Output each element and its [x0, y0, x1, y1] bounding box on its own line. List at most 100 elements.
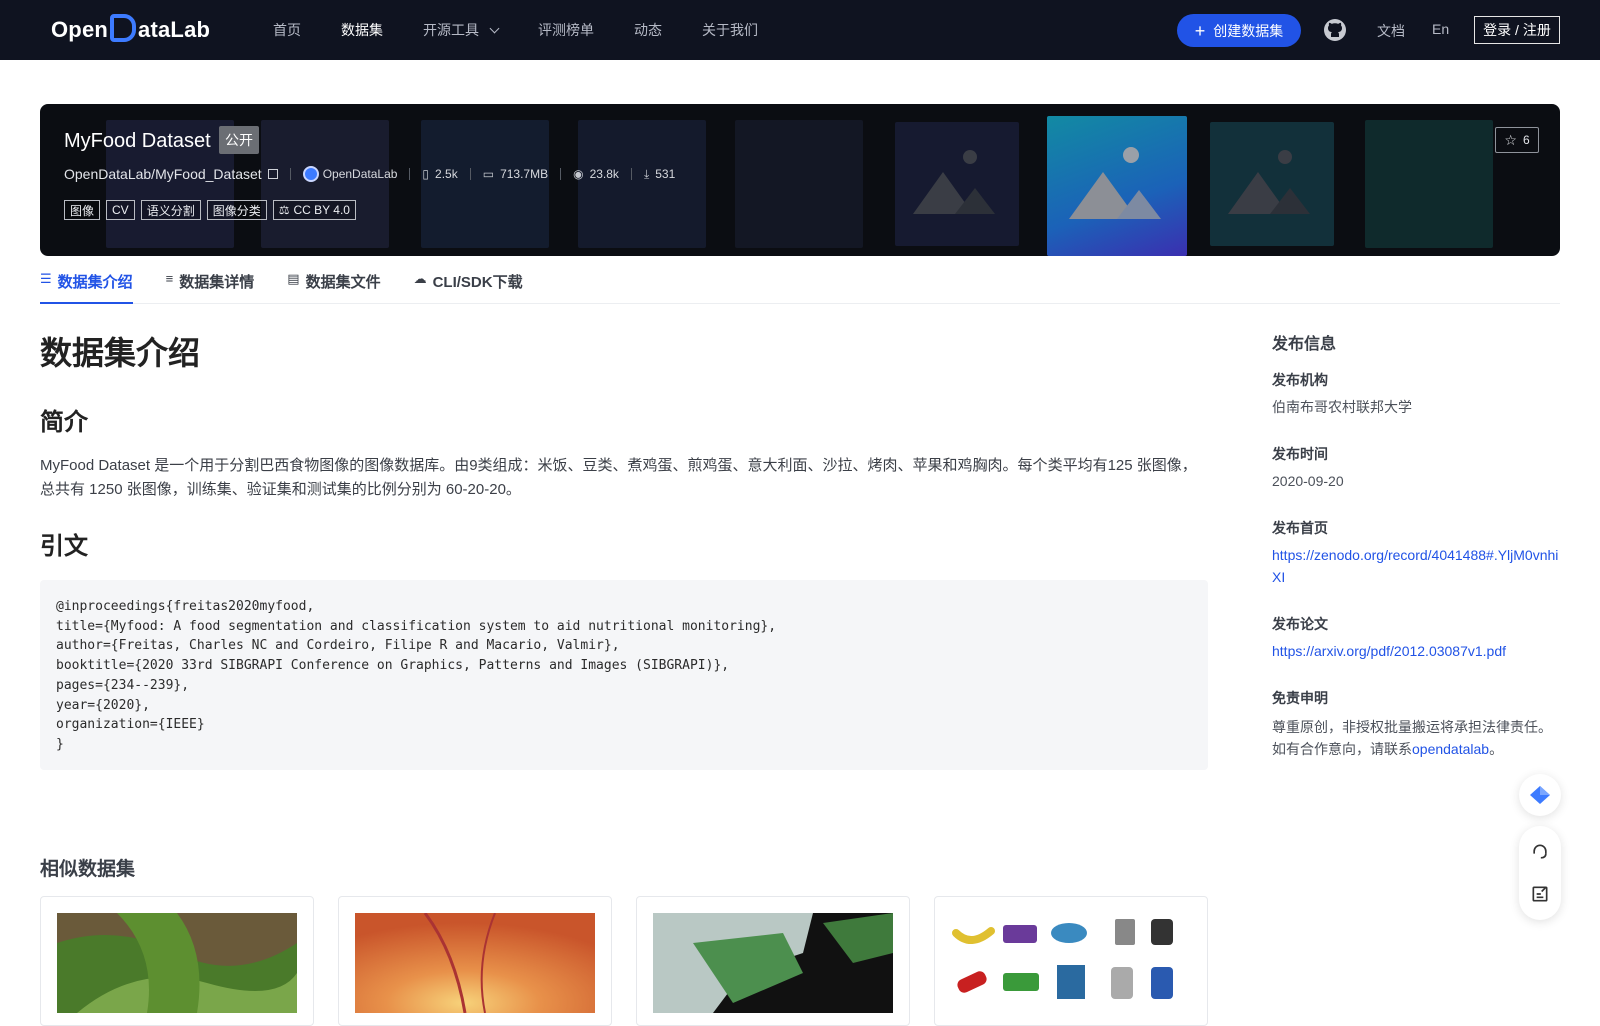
preview-tile — [1365, 120, 1493, 248]
chevron-down-icon — [489, 23, 500, 33]
code-line: author={Freitas, Charles NC and Cordeiro… — [56, 638, 620, 654]
download-count: 531 — [655, 167, 676, 181]
headset-icon — [1533, 844, 1547, 859]
github-icon[interactable] — [1323, 18, 1347, 42]
tab-cli-sdk[interactable]: ☁ CLI/SDK下载 — [414, 266, 523, 304]
cloud-icon: ☁ — [413, 271, 427, 286]
contact-suffix: 。 — [1489, 741, 1504, 757]
divider — [409, 168, 411, 180]
similar-dataset-card[interactable] — [40, 896, 314, 1026]
scale-icon: ⚖ — [278, 203, 290, 217]
tag[interactable]: 图像分类 — [206, 200, 267, 220]
tag[interactable]: 图像 — [64, 200, 101, 220]
dataset-path: OpenDataLab/MyFood_Dataset — [64, 166, 262, 182]
divider — [469, 168, 471, 180]
dataset-tabs: ☰ 数据集介绍 ≡ 数据集详情 ▤ 数据集文件 ☁ CLI/SDK下载 — [40, 266, 1560, 304]
list-icon: ≡ — [165, 271, 174, 286]
nav-news[interactable]: 动态 — [634, 20, 662, 40]
star-button[interactable]: ☆ 6 — [1495, 127, 1539, 153]
code-line: pages={234--239}, — [56, 677, 190, 693]
preview-tile — [735, 120, 863, 248]
code-line: booktitle={2020 33rd SIBGRAPI Conference… — [56, 658, 730, 674]
dataset-thumbnail — [653, 913, 893, 1013]
publisher-label: 发布机构 — [1272, 372, 1328, 388]
star-icon: ☆ — [1504, 131, 1517, 148]
top-nav: Open ataLab 首页 数据集 开源工具 评测榜单 动态 关于我们 + 创建… — [0, 0, 1600, 60]
nav-open-tools[interactable]: 开源工具 — [423, 20, 500, 40]
homepage-link[interactable]: https://zenodo.org/record/4041488#.YljM0… — [1272, 544, 1562, 588]
similar-dataset-card[interactable] — [934, 896, 1208, 1026]
file-count: 2.5k — [435, 167, 458, 181]
contact-prefix: 如有合作意向，请联系 — [1272, 741, 1412, 757]
org-avatar-icon — [302, 166, 319, 182]
tab-details-label: 数据集详情 — [179, 274, 255, 291]
license-tag[interactable]: ⚖ CC BY 4.0 — [272, 200, 356, 220]
similar-dataset-card[interactable] — [338, 896, 612, 1026]
similar-datasets-heading: 相似数据集 — [40, 859, 136, 880]
nav-datasets[interactable]: 数据集 — [341, 20, 383, 40]
disclaimer-text: 尊重原创，非授权批量搬运将承担法律责任。 — [1272, 719, 1552, 735]
login-register-button[interactable]: 登录 / 注册 — [1474, 16, 1560, 44]
similar-dataset-card[interactable] — [636, 896, 910, 1026]
citation-heading: 引文 — [40, 533, 88, 560]
tab-files[interactable]: ▤ 数据集文件 — [287, 266, 380, 304]
tab-files-label: 数据集文件 — [305, 274, 381, 291]
view-count: 23.8k — [589, 167, 619, 181]
database-icon: ☰ — [40, 271, 52, 286]
divider — [289, 168, 291, 180]
create-dataset-button[interactable]: + 创建数据集 — [1177, 14, 1301, 47]
nav-home[interactable]: 首页 — [273, 20, 301, 40]
eye-icon: ◉ — [573, 167, 584, 181]
opendatalab-logo[interactable]: Open ataLab — [51, 14, 210, 45]
divider — [630, 168, 632, 180]
support-button[interactable] — [1519, 831, 1561, 873]
code-line: } — [56, 736, 64, 752]
publisher-value: 伯南布哥农村联邦大学 — [1272, 399, 1412, 415]
publish-date-value: 2020-09-20 — [1272, 473, 1344, 489]
star-count: 6 — [1522, 133, 1530, 147]
release-info-panel: 发布信息 发布机构 伯南布哥农村联邦大学 发布时间 2020-09-20 发布首… — [1272, 330, 1562, 757]
preview-tile — [421, 120, 549, 248]
image-placeholder-icon — [1047, 116, 1187, 256]
visibility-badge: 公开 — [219, 126, 259, 154]
page-title: 数据集介绍 — [40, 335, 201, 371]
nav-about[interactable]: 关于我们 — [702, 20, 758, 40]
dataset-thumbnail — [355, 913, 595, 1013]
dataset-thumbnail — [951, 913, 1191, 1013]
preview-tile — [261, 120, 389, 248]
tab-intro-label: 数据集介绍 — [57, 274, 133, 291]
dataset-banner: MyFood Dataset 公开 OpenDataLab/MyFood_Dat… — [40, 104, 1560, 256]
tab-intro[interactable]: ☰ 数据集介绍 — [40, 266, 133, 304]
paper-label: 发布论文 — [1272, 616, 1328, 632]
language-switch[interactable]: En — [1432, 21, 1449, 37]
download-icon: ⤓ — [643, 166, 650, 181]
tag[interactable]: 语义分割 — [140, 200, 201, 220]
file-count-icon: ▯ — [422, 167, 430, 181]
nav-links: 首页 数据集 开源工具 评测榜单 动态 关于我们 — [273, 0, 798, 60]
copy-icon[interactable] — [267, 169, 278, 179]
dataset-size: 713.7MB — [500, 167, 549, 181]
preview-tile — [578, 120, 706, 248]
publish-date-label: 发布时间 — [1272, 446, 1328, 462]
code-line: organization={IEEE} — [56, 717, 205, 733]
storage-icon: ▭ — [482, 167, 495, 181]
docs-link[interactable]: 文档 — [1377, 21, 1405, 41]
tag[interactable]: CV — [106, 200, 135, 220]
intro-text: MyFood Dataset 是一个用于分割巴西食物图像的图像数据库。由9类组成… — [40, 457, 1197, 498]
tab-cli-sdk-label: CLI/SDK下载 — [432, 274, 523, 291]
tab-details[interactable]: ≡ 数据集详情 — [166, 266, 255, 304]
file-icon: ▤ — [287, 271, 300, 286]
disclaimer-label: 免责申明 — [1272, 690, 1328, 706]
paper-link[interactable]: https://arxiv.org/pdf/2012.03087v1.pdf — [1272, 640, 1562, 662]
feedback-button[interactable] — [1519, 873, 1561, 915]
code-line: title={Myfood: A food segmentation and c… — [56, 618, 777, 634]
floating-logo-button[interactable] — [1519, 774, 1561, 816]
nav-open-tools-label: 开源工具 — [423, 22, 479, 38]
create-dataset-label: 创建数据集 — [1213, 22, 1284, 39]
org-name[interactable]: OpenDataLab — [323, 167, 398, 181]
contact-link[interactable]: opendatalab — [1412, 741, 1489, 757]
nav-leaderboard[interactable]: 评测榜单 — [538, 20, 594, 40]
image-placeholder-icon — [1210, 122, 1334, 246]
dataset-title: MyFood Dataset — [64, 130, 211, 152]
logo-d-icon — [110, 14, 137, 42]
